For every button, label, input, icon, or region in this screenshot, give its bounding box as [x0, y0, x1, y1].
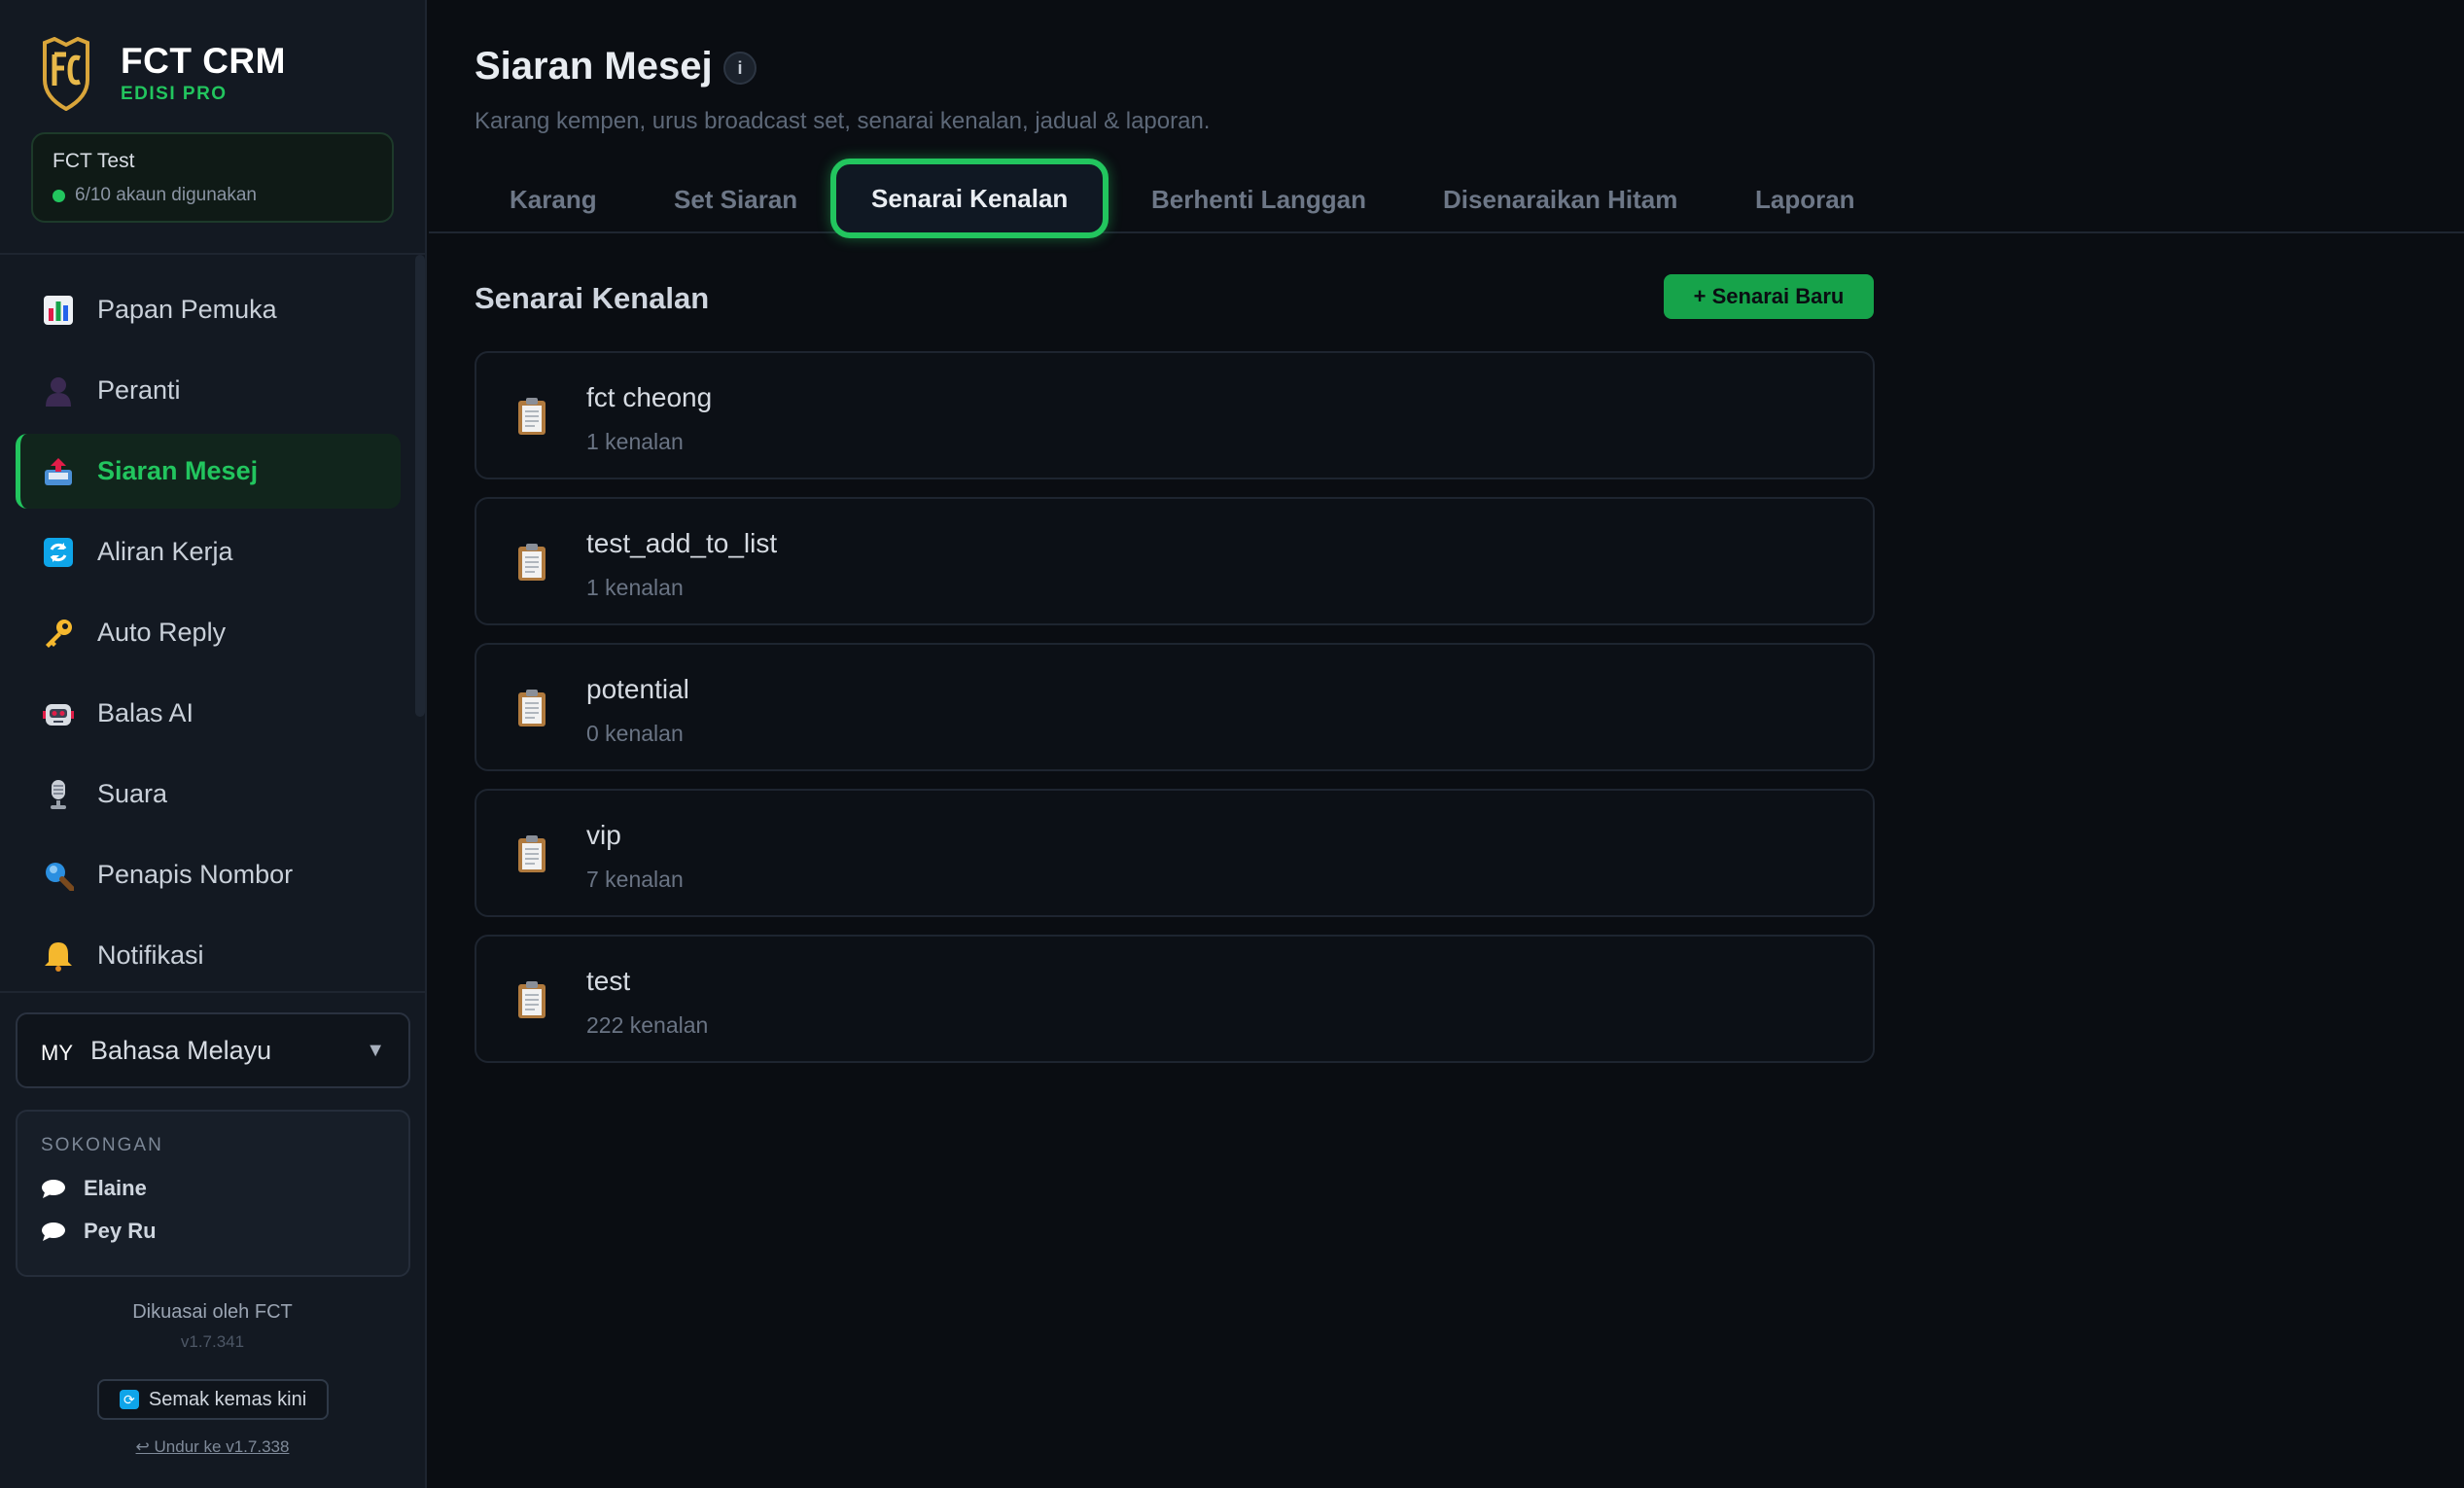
speech-bubble-icon	[42, 1180, 65, 1198]
clipboard-icon	[518, 544, 546, 581]
tab-set-siaran[interactable]: Set Siaran	[674, 185, 797, 215]
status-dot-icon	[53, 189, 65, 202]
bar-chart-icon	[41, 293, 76, 328]
support-contact-name: Pey Ru	[84, 1219, 157, 1243]
contact-list-item[interactable]: test 222 kenalan	[475, 935, 1875, 1063]
contact-list-count: 222 kenalan	[586, 1012, 709, 1038]
contact-list-container: fct cheong 1 kenalan test_add_to_list 1 …	[475, 351, 1875, 1081]
tab-senarai-kenalan[interactable]: Senarai Kenalan	[830, 159, 1109, 238]
tab-laporan[interactable]: Laporan	[1755, 185, 1855, 215]
sidebar-item-peranti[interactable]: Peranti	[16, 353, 401, 428]
language-select[interactable]: MY Bahasa Melayu ▼	[16, 1012, 410, 1088]
sidebar-item-label: Aliran Kerja	[97, 537, 233, 566]
sidebar-scrollbar[interactable]	[415, 255, 425, 717]
section-title: Senarai Kenalan	[475, 281, 710, 315]
check-update-label: Semak kemas kini	[148, 1388, 307, 1410]
contact-list-count: 1 kenalan	[586, 575, 684, 600]
fct-shield-logo-icon	[43, 37, 89, 111]
sidebar-item-auto-reply[interactable]: Auto Reply	[16, 595, 401, 670]
clipboard-icon	[518, 690, 546, 726]
sidebar-item-label: Auto Reply	[97, 618, 227, 647]
contact-list-item[interactable]: fct cheong 1 kenalan	[475, 351, 1875, 479]
key-icon	[41, 616, 76, 651]
sidebar-item-label: Peranti	[97, 375, 181, 405]
sidebar-item-label: Balas AI	[97, 698, 194, 727]
version-label: v1.7.341	[180, 1332, 245, 1351]
sidebar-item-siaran-mesej[interactable]: Siaran Mesej	[16, 434, 401, 509]
brand-edition: EDISI PRO	[121, 84, 228, 104]
account-usage: 6/10 akaun digunakan	[53, 185, 372, 206]
sidebar-item-label: Suara	[97, 779, 168, 808]
magnifier-icon	[41, 858, 76, 893]
contact-list-item[interactable]: vip 7 kenalan	[475, 789, 1875, 917]
contact-list-item[interactable]: potential 0 kenalan	[475, 643, 1875, 771]
refresh-icon: ⟳	[119, 1390, 139, 1409]
info-icon[interactable]: i	[723, 52, 757, 85]
sidebar-item-aliran-kerja[interactable]: Aliran Kerja	[16, 514, 401, 589]
clipboard-icon	[518, 398, 546, 435]
language-code: MY	[41, 1041, 73, 1065]
contact-list-name: test_add_to_list	[586, 528, 778, 558]
chevron-down-icon: ▼	[366, 1039, 385, 1061]
sidebar: FCT CRM EDISI PRO FCT Test 6/10 akaun di…	[0, 0, 427, 1488]
refresh-icon	[41, 535, 76, 570]
main-content: Siaran Mesej i Karang kempen, urus broad…	[429, 0, 2464, 1488]
contact-list-name: fct cheong	[586, 382, 713, 412]
powered-by: Dikuasai oleh FCT	[132, 1301, 293, 1323]
sidebar-item-label: Penapis Nombor	[97, 860, 294, 889]
account-name: FCT Test	[53, 150, 135, 172]
contact-list-name: test	[586, 966, 631, 996]
contact-list-count: 7 kenalan	[586, 867, 684, 892]
clipboard-icon	[518, 835, 546, 872]
sidebar-item-label: Papan Pemuka	[97, 295, 277, 324]
brand[interactable]: FCT CRM EDISI PRO	[41, 37, 391, 115]
sidebar-item-penapis-nombor[interactable]: Penapis Nombor	[16, 837, 401, 912]
divider	[0, 253, 425, 255]
tab-bar: Karang Set Siaran Senarai Kenalan Berhen…	[429, 156, 2464, 238]
robot-icon	[41, 696, 76, 731]
check-update-button[interactable]: ⟳ Semak kemas kini	[97, 1379, 329, 1420]
tab-karang[interactable]: Karang	[510, 185, 597, 215]
tab-berhenti-langgan[interactable]: Berhenti Langgan	[1151, 185, 1366, 215]
sidebar-item-papan-pemuka[interactable]: Papan Pemuka	[16, 272, 401, 347]
outbox-tray-icon	[41, 454, 76, 489]
app-window: FCT CRM EDISI PRO FCT Test 6/10 akaun di…	[0, 0, 2464, 1488]
support-title: SOKONGAN	[41, 1135, 163, 1155]
bell-icon	[41, 939, 76, 974]
new-list-button[interactable]: + Senarai Baru	[1664, 274, 1874, 319]
page-title: Siaran Mesej	[475, 45, 713, 88]
sidebar-item-notifikasi[interactable]: Notifikasi	[16, 918, 401, 993]
sidebar-item-suara[interactable]: Suara	[16, 757, 401, 832]
contact-list-name: potential	[586, 674, 689, 704]
speech-bubble-icon	[42, 1222, 65, 1241]
page-subtitle: Karang kempen, urus broadcast set, senar…	[475, 108, 1211, 134]
support-contact-pey-ru[interactable]: Pey Ru	[41, 1219, 385, 1244]
clipboard-icon	[518, 981, 546, 1018]
sidebar-nav: Papan Pemuka Peranti Siaran Mesej Aliran…	[16, 272, 401, 999]
account-usage-text: 6/10 akaun digunakan	[75, 185, 257, 205]
user-silhouette-icon	[41, 373, 76, 408]
sidebar-item-balas-ai[interactable]: Balas AI	[16, 676, 401, 751]
downgrade-link[interactable]: ↩ Undur ke v1.7.338	[0, 1437, 425, 1457]
contact-list-count: 1 kenalan	[586, 429, 684, 454]
divider	[0, 991, 425, 993]
contact-list-name: vip	[586, 820, 621, 850]
sidebar-item-label: Siaran Mesej	[97, 456, 259, 485]
contact-list-count: 0 kenalan	[586, 721, 684, 746]
account-card[interactable]: FCT Test 6/10 akaun digunakan	[31, 132, 394, 223]
language-label: Bahasa Melayu	[90, 1035, 272, 1065]
sidebar-item-label: Notifikasi	[97, 940, 204, 970]
brand-title: FCT CRM	[121, 41, 286, 81]
microphone-icon	[41, 777, 76, 812]
support-box: SOKONGAN Elaine Pey Ru	[16, 1110, 410, 1277]
support-contact-name: Elaine	[84, 1176, 147, 1200]
support-contact-elaine[interactable]: Elaine	[41, 1176, 385, 1201]
contact-list-item[interactable]: test_add_to_list 1 kenalan	[475, 497, 1875, 625]
tab-disenaraikan-hitam[interactable]: Disenaraikan Hitam	[1443, 185, 1677, 215]
